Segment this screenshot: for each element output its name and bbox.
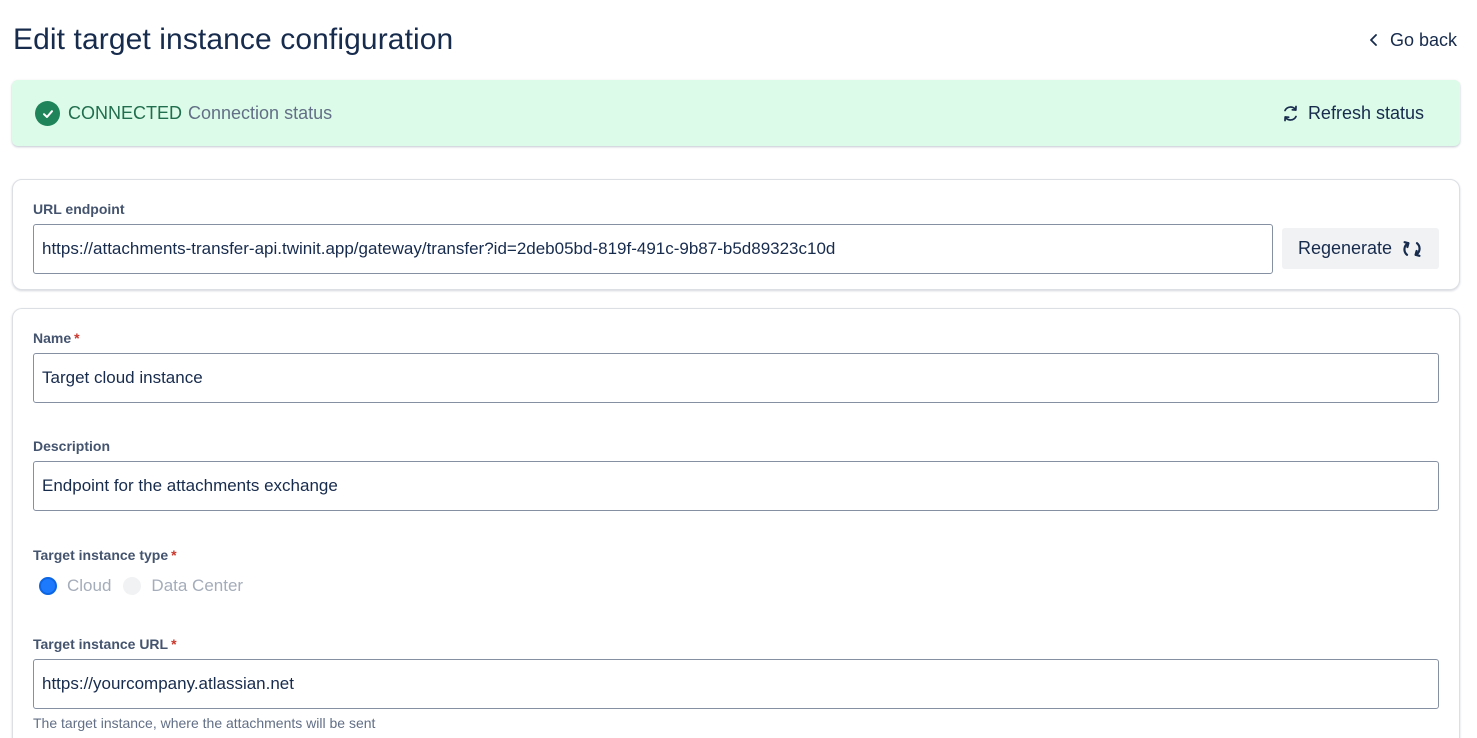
regenerate-button[interactable]: Regenerate (1282, 228, 1439, 269)
radio-cloud[interactable]: Cloud (39, 576, 111, 596)
regenerate-label: Regenerate (1297, 238, 1393, 258)
instance-url-label-text: Target instance URL (33, 636, 169, 652)
required-mark: * (171, 547, 177, 563)
name-input[interactable] (33, 353, 1439, 403)
refresh-icon (1403, 240, 1421, 257)
connection-status-banner: CONNECTED Connection status Refresh stat… (12, 80, 1460, 146)
refresh-status-label: Refresh status (1307, 102, 1424, 123)
instance-url-input[interactable] (33, 659, 1439, 709)
page-title: Edit target instance configuration (13, 23, 454, 56)
instance-url-helper-text: The target instance, where the attachmen… (33, 715, 376, 731)
radio-unchecked-icon (123, 577, 142, 595)
instance-type-radio-group: Cloud Data Center (39, 575, 255, 597)
name-label: Name * (33, 330, 80, 346)
instance-type-label-text: Target instance type (33, 547, 169, 563)
go-back-label: Go back (1389, 29, 1457, 50)
instance-type-label: Target instance type * (33, 547, 177, 563)
url-endpoint-card: URL endpoint Regenerate (12, 179, 1460, 290)
go-back-button[interactable]: Go back (1368, 20, 1457, 60)
url-endpoint-input[interactable] (33, 224, 1273, 274)
radio-cloud-label: Cloud (67, 576, 112, 595)
description-input[interactable] (33, 461, 1439, 511)
required-mark: * (171, 636, 177, 652)
required-mark: * (74, 330, 80, 346)
name-label-text: Name (33, 330, 72, 346)
chevron-left-icon (1370, 34, 1377, 46)
page-header: Edit target instance configuration Go ba… (13, 20, 1463, 60)
description-label: Description (33, 438, 111, 454)
radio-data-center-label: Data Center (151, 576, 244, 595)
refresh-icon (1284, 105, 1297, 121)
check-circle-icon (35, 101, 60, 126)
radio-data-center[interactable]: Data Center (123, 576, 243, 596)
status-description: Connection status (188, 103, 333, 123)
radio-checked-icon (39, 577, 57, 595)
refresh-status-button[interactable]: Refresh status (1281, 80, 1424, 146)
status-badge: CONNECTED (68, 103, 183, 123)
configuration-form: Name* Description Target instance type* … (12, 308, 1460, 738)
url-endpoint-label: URL endpoint (33, 201, 125, 217)
instance-url-label: Target instance URL * (33, 636, 177, 652)
